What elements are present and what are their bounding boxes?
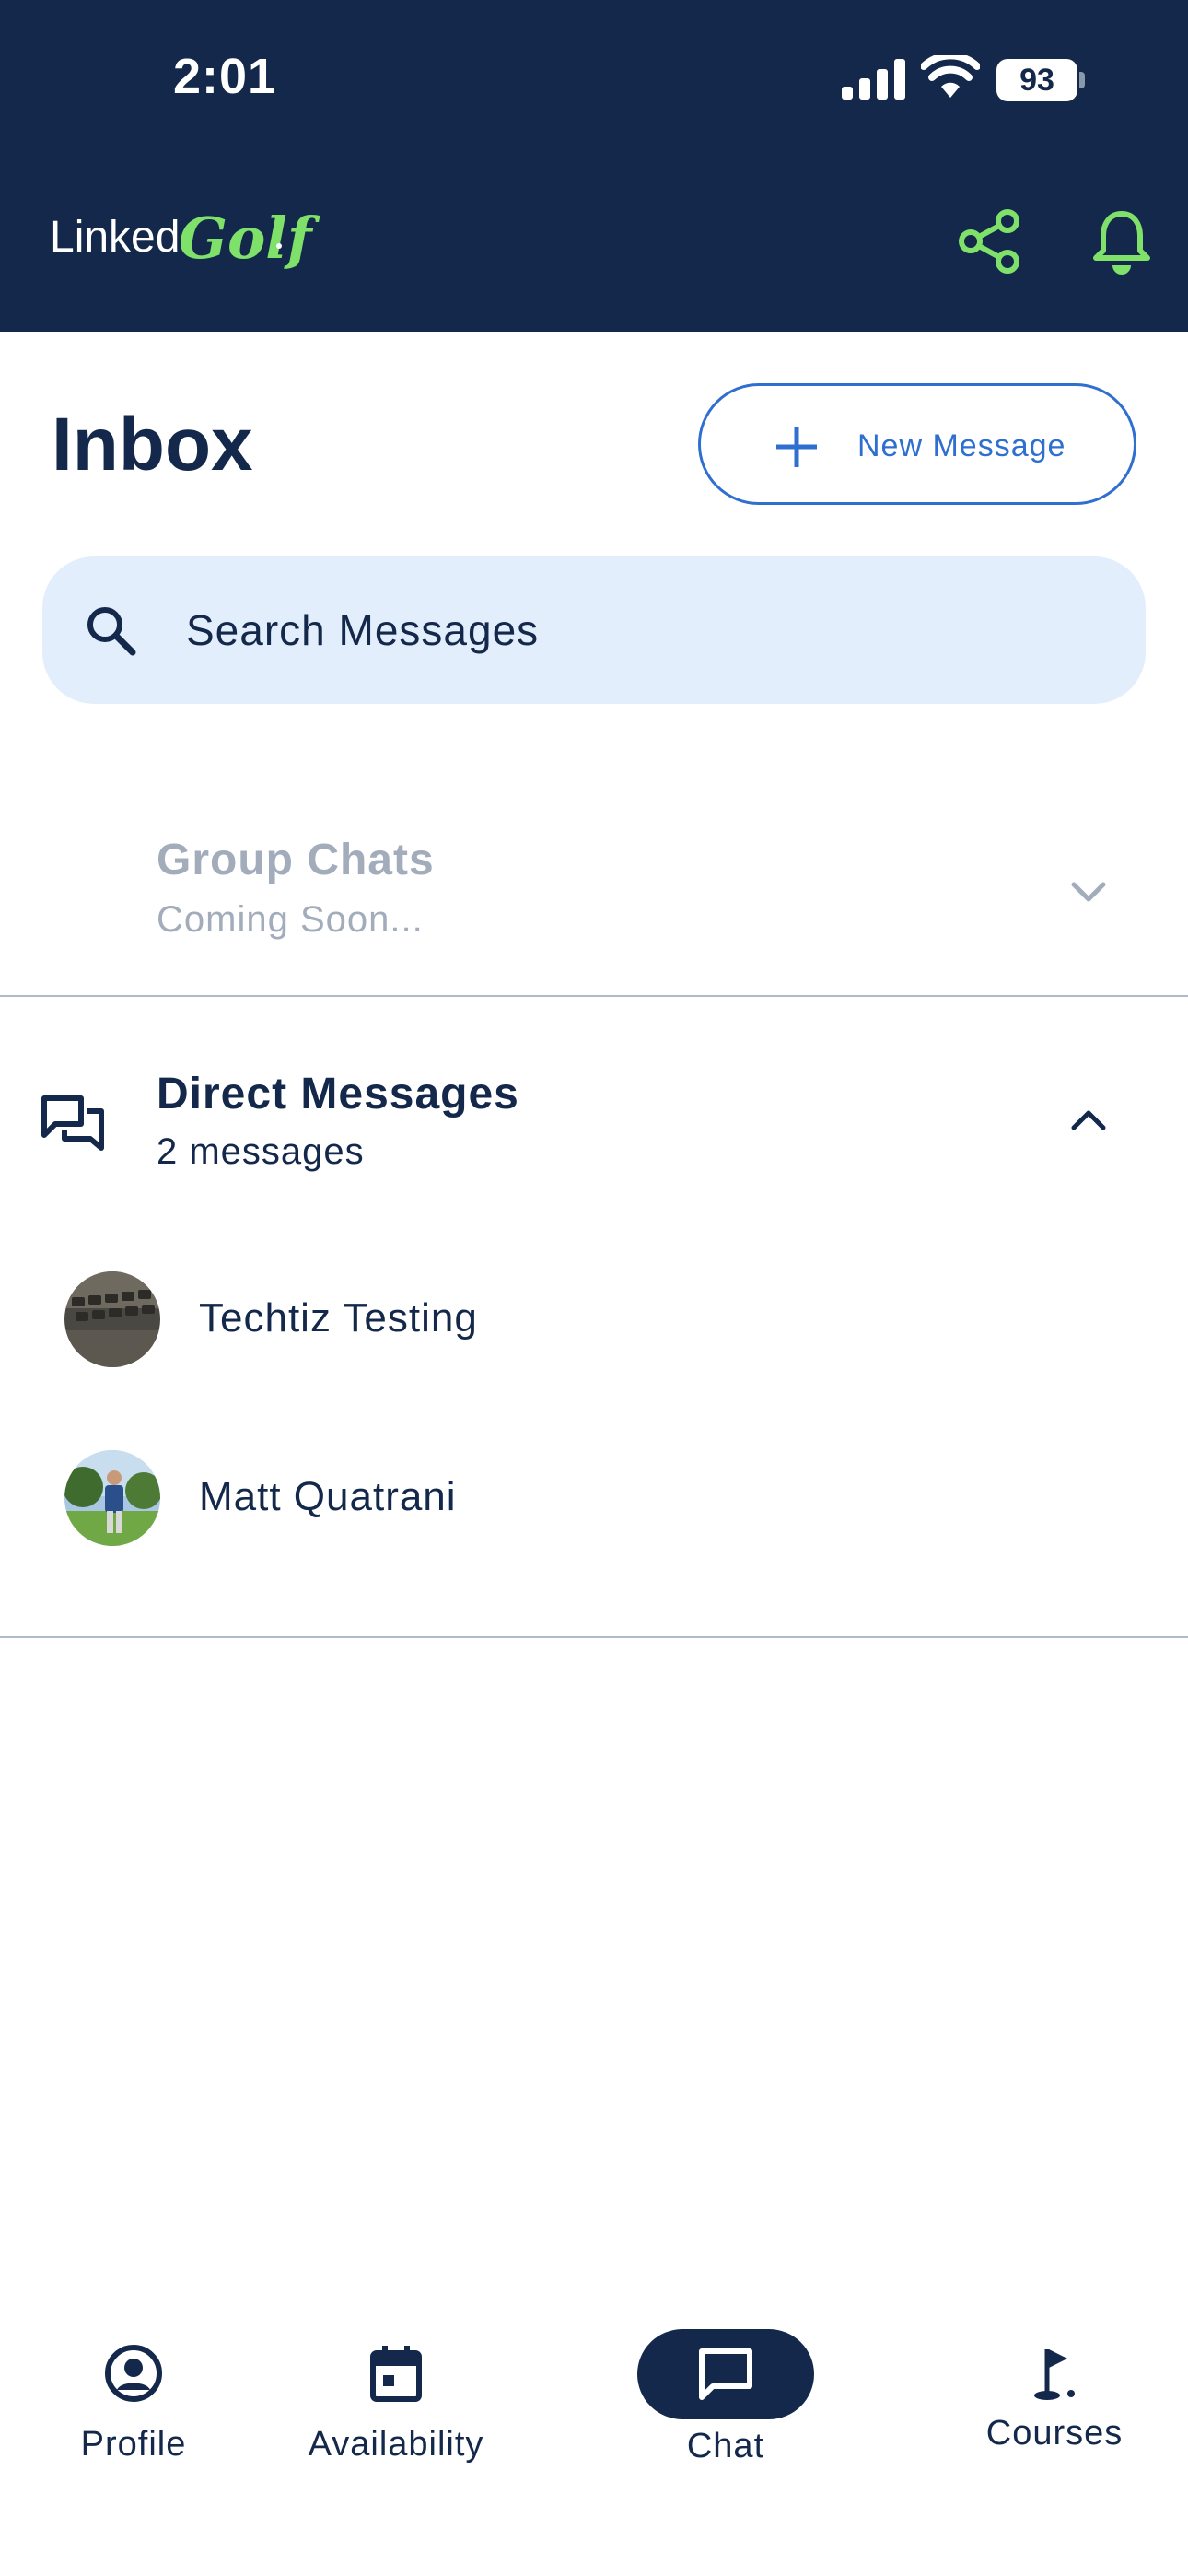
- list-item[interactable]: Matt Quatrani: [0, 1410, 1188, 1585]
- group-chats-section[interactable]: Group Chats Coming Soon...: [0, 802, 1188, 995]
- cellular-signal-icon: [842, 59, 905, 100]
- battery-level: 93: [1019, 63, 1054, 98]
- search-input[interactable]: [186, 593, 1070, 667]
- group-chats-title: Group Chats: [157, 836, 435, 884]
- user-circle-icon: [105, 2345, 162, 2402]
- forum-icon: [41, 1095, 104, 1151]
- bottom-nav: Profile Availability Chat Courses: [0, 2303, 1188, 2576]
- search-icon: [87, 607, 136, 656]
- plus-icon: [776, 427, 817, 467]
- wifi-icon: [921, 55, 980, 98]
- nav-label: Courses: [985, 2414, 1124, 2453]
- share-icon[interactable]: [958, 208, 1020, 275]
- nav-item-courses[interactable]: Courses: [976, 2303, 1133, 2488]
- search-bar[interactable]: [42, 556, 1146, 704]
- new-message-label: New Message: [857, 428, 1066, 463]
- avatar: [64, 1450, 160, 1546]
- direct-messages-title: Direct Messages: [157, 1070, 519, 1118]
- battery-icon: 93: [996, 59, 1085, 101]
- nav-item-chat[interactable]: Chat: [637, 2303, 814, 2488]
- nav-item-availability[interactable]: Availability: [295, 2303, 497, 2488]
- group-chats-subtitle: Coming Soon...: [157, 899, 424, 940]
- linkedgolf-logo: Linked Golf: [50, 205, 312, 272]
- inbox-screen: 2:01 93 Linked Golf Inbox New Message Se…: [0, 0, 1188, 2576]
- list-item[interactable]: Techtiz Testing: [0, 1231, 1188, 1406]
- chevron-down-icon[interactable]: [1068, 872, 1109, 912]
- contact-name: Techtiz Testing: [199, 1295, 478, 1341]
- page-title: Inbox: [52, 403, 253, 486]
- notification-bell-icon[interactable]: [1092, 208, 1151, 275]
- avatar: [64, 1271, 160, 1367]
- contact-name: Matt Quatrani: [199, 1474, 457, 1519]
- nav-label: Chat: [686, 2427, 765, 2465]
- calendar-icon: [370, 2346, 422, 2402]
- direct-messages-count: 2 messages: [157, 1131, 365, 1172]
- chevron-up-icon[interactable]: [1068, 1100, 1109, 1141]
- app-header: 2:01 93 Linked Golf: [0, 0, 1188, 332]
- nav-label: Availability: [308, 2425, 484, 2464]
- new-message-button[interactable]: New Message: [698, 383, 1136, 505]
- chat-bubble-icon: [699, 2348, 752, 2400]
- nav-label: Profile: [80, 2425, 187, 2464]
- section-divider: [0, 1636, 1188, 1638]
- nav-item-profile[interactable]: Profile: [55, 2303, 212, 2488]
- direct-messages-section[interactable]: Direct Messages 2 messages: [0, 995, 1188, 1207]
- golf-flag-icon: [1034, 2349, 1075, 2400]
- status-time: 2:01: [173, 49, 277, 104]
